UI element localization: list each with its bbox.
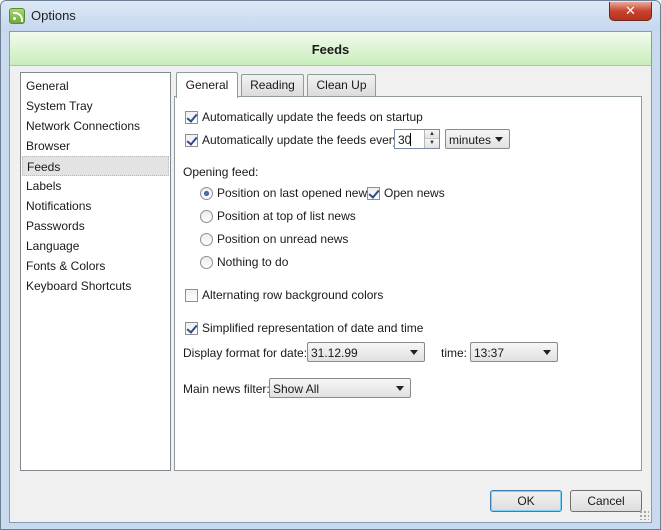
sidebar-item-passwords[interactable]: Passwords [22, 216, 169, 236]
alternating-rows-checkbox[interactable] [185, 289, 198, 302]
radio-position-unread[interactable] [200, 233, 213, 246]
update-every-label[interactable]: Automatically update the feeds every [202, 133, 399, 147]
open-news-label[interactable]: Open news [384, 186, 445, 200]
radio-position-top-label[interactable]: Position at top of list news [217, 209, 356, 223]
spinbox-buttons[interactable]: ▲ ▼ [424, 130, 439, 148]
chevron-down-icon [396, 386, 404, 391]
date-format-value: 31.12.99 [311, 346, 358, 360]
interval-unit-dropdown[interactable]: minutes [445, 129, 510, 149]
sidebar-item-language[interactable]: Language [22, 236, 169, 256]
dialog-body: Feeds General System Tray Network Connec… [9, 31, 652, 523]
rss-icon [9, 8, 25, 24]
sidebar-item-system-tray[interactable]: System Tray [22, 96, 169, 116]
chevron-down-icon [410, 350, 418, 355]
sidebar-item-feeds[interactable]: Feeds [22, 156, 169, 176]
open-news-checkbox[interactable] [367, 187, 380, 200]
chevron-down-icon [495, 137, 503, 142]
update-interval-spinbox[interactable]: 30 ▲ ▼ [394, 129, 440, 149]
resize-grip-icon[interactable] [639, 510, 649, 520]
chevron-down-icon [543, 350, 551, 355]
date-format-label: Display format for date: [183, 346, 308, 360]
update-on-startup-label[interactable]: Automatically update the feeds on startu… [202, 110, 423, 124]
radio-position-unread-label[interactable]: Position on unread news [217, 232, 348, 246]
options-window: Options ✕ Feeds General System Tray Netw… [0, 0, 661, 530]
news-filter-value: Show All [273, 382, 320, 396]
page-title: Feeds [311, 42, 350, 57]
radio-position-last-opened[interactable] [200, 187, 213, 200]
sidebar-item-keyboard-shortcuts[interactable]: Keyboard Shortcuts [22, 276, 169, 296]
category-list[interactable]: General System Tray Network Connections … [20, 72, 171, 471]
time-format-dropdown[interactable]: 13:37 [470, 342, 558, 362]
sidebar-item-fonts-colors[interactable]: Fonts & Colors [22, 256, 169, 276]
news-filter-label: Main news filter: [183, 382, 270, 396]
alternating-rows-label[interactable]: Alternating row background colors [202, 288, 383, 302]
spin-up-arrow-icon[interactable]: ▲ [425, 130, 439, 139]
radio-nothing[interactable] [200, 256, 213, 269]
tab-clean-up[interactable]: Clean Up [307, 74, 376, 97]
update-on-startup-checkbox[interactable] [185, 111, 198, 124]
title-bar[interactable]: Options ✕ [1, 1, 660, 31]
cancel-button[interactable]: Cancel [570, 490, 642, 512]
radio-nothing-label[interactable]: Nothing to do [217, 255, 288, 269]
general-tab-panel: Automatically update the feeds on startu… [174, 96, 642, 471]
sidebar-item-general[interactable]: General [22, 76, 169, 96]
spin-down-arrow-icon[interactable]: ▼ [425, 139, 439, 148]
time-format-label: time: [441, 346, 468, 360]
tab-general[interactable]: General [176, 72, 238, 98]
text-caret [410, 133, 411, 146]
radio-position-last-opened-label[interactable]: Position on last opened news [217, 186, 373, 200]
interval-unit-value: minutes [449, 133, 492, 147]
sidebar-item-notifications[interactable]: Notifications [22, 196, 169, 216]
time-format-value: 13:37 [474, 346, 505, 360]
sidebar-item-browser[interactable]: Browser [22, 136, 169, 156]
page-header: Feeds [10, 32, 651, 66]
sidebar-item-network-connections[interactable]: Network Connections [22, 116, 169, 136]
sidebar-item-labels[interactable]: Labels [22, 176, 169, 196]
news-filter-dropdown[interactable]: Show All [269, 378, 411, 398]
window-title: Options [31, 8, 76, 23]
close-button[interactable]: ✕ [609, 2, 652, 21]
update-every-checkbox[interactable] [185, 134, 198, 147]
opening-feed-heading: Opening feed: [183, 165, 259, 179]
simplified-date-checkbox[interactable] [185, 322, 198, 335]
tab-reading[interactable]: Reading [241, 74, 304, 97]
ok-button[interactable]: OK [490, 490, 562, 512]
simplified-date-label[interactable]: Simplified representation of date and ti… [202, 321, 423, 335]
date-format-dropdown[interactable]: 31.12.99 [307, 342, 425, 362]
radio-position-top[interactable] [200, 210, 213, 223]
